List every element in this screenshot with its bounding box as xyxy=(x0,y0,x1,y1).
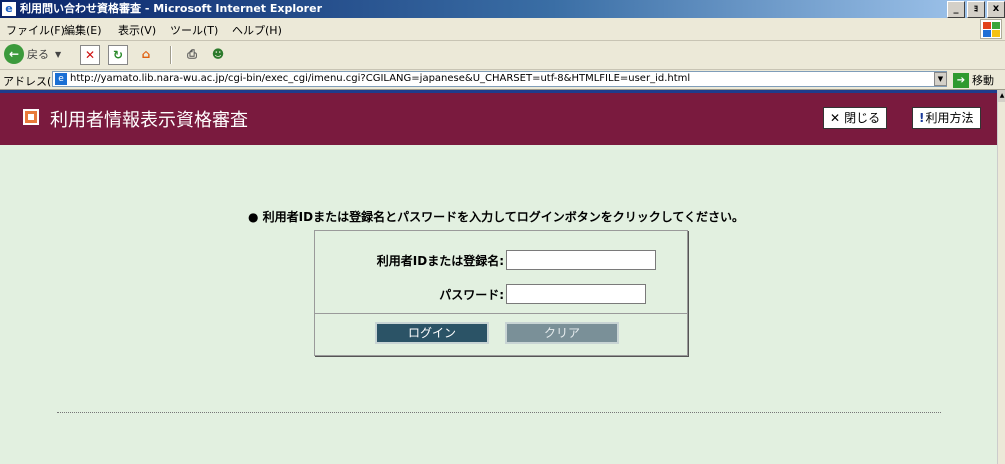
menu-help[interactable]: ヘルプ(H) xyxy=(232,22,282,38)
user-id-row: 利用者IDまたは登録名: xyxy=(377,250,656,270)
go-button[interactable]: ➔ 移動 xyxy=(953,72,994,88)
go-arrow-icon: ➔ xyxy=(953,72,969,88)
window-title: 利用問い合わせ資格審査 - Microsoft Internet Explore… xyxy=(20,2,322,15)
address-url: http://yamato.lib.nara-wu.ac.jp/cgi-bin/… xyxy=(70,73,691,84)
toolbar-separator xyxy=(170,46,172,64)
dropdown-arrow-icon: ▼ xyxy=(55,49,62,59)
password-input[interactable] xyxy=(506,284,646,304)
menu-edit[interactable]: 編集(E) xyxy=(64,22,102,38)
refresh-icon[interactable]: ↻ xyxy=(108,45,128,65)
header-icon xyxy=(23,109,39,125)
page-icon: e xyxy=(55,73,67,85)
password-row: パスワード: xyxy=(439,284,646,304)
print-icon[interactable]: ⎙ xyxy=(182,45,202,65)
stop-icon[interactable]: ✕ xyxy=(80,45,100,65)
dotted-divider xyxy=(57,412,941,413)
go-label: 移動 xyxy=(972,74,994,87)
user-id-input[interactable] xyxy=(506,250,656,270)
address-dropdown-icon[interactable]: ▼ xyxy=(934,72,947,86)
back-label: 戻る xyxy=(27,48,49,61)
user-id-label: 利用者IDまたは登録名: xyxy=(376,253,504,268)
login-button[interactable]: ログイン xyxy=(375,322,489,344)
exclamation-icon: ! xyxy=(919,111,925,125)
page-header: 利用者情報表示資格審査 ✕ 閉じる !利用方法 xyxy=(0,93,997,145)
close-label: 閉じる xyxy=(844,111,881,125)
password-label: パスワード: xyxy=(439,287,504,302)
home-icon[interactable]: ⌂ xyxy=(136,45,156,65)
back-button[interactable]: ← 戻る ▼ xyxy=(4,44,61,64)
back-arrow-icon: ← xyxy=(4,44,24,64)
close-page-button[interactable]: ✕ 閉じる xyxy=(823,107,888,129)
address-bar: アドレス(D) e http://yamato.lib.nara-wu.ac.j… xyxy=(0,70,1005,90)
close-x-icon: ✕ xyxy=(830,111,841,125)
login-form: 利用者IDまたは登録名: パスワード: ログイン クリア xyxy=(314,230,688,356)
page-title: 利用者情報表示資格審査 xyxy=(50,110,248,131)
form-divider xyxy=(315,313,687,314)
menu-view[interactable]: 表示(V) xyxy=(118,22,156,38)
window-controls: _ ｮ x xyxy=(945,1,1005,18)
instruction-text: ● 利用者IDまたは登録名とパスワードを入力してログインボタンをクリックしてくだ… xyxy=(248,210,744,224)
close-window-button[interactable]: x xyxy=(987,1,1005,18)
minimize-button[interactable]: _ xyxy=(947,1,965,18)
page-content: 利用者情報表示資格審査 ✕ 閉じる !利用方法 ● 利用者IDまたは登録名とパスワ… xyxy=(0,90,997,464)
maximize-button[interactable]: ｮ xyxy=(967,1,985,18)
scroll-up-icon[interactable]: ▲ xyxy=(998,90,1005,102)
help-button[interactable]: !利用方法 xyxy=(912,107,981,129)
menu-file[interactable]: ファイル(F) xyxy=(6,22,65,38)
help-label: 利用方法 xyxy=(925,111,974,125)
ie-logo-icon: e xyxy=(2,2,16,16)
windows-logo-icon xyxy=(980,19,1002,39)
messenger-icon[interactable]: ☻ xyxy=(208,45,228,65)
menu-tools[interactable]: ツール(T) xyxy=(170,22,218,38)
toolbar: ← 戻る ▼ ✕ ↻ ⌂ ⎙ ☻ xyxy=(0,41,1005,70)
vertical-scrollbar[interactable]: ▲ xyxy=(997,90,1005,464)
menu-bar: ファイル(F) 編集(E) 表示(V) ツール(T) ヘルプ(H) xyxy=(0,18,1005,41)
clear-button[interactable]: クリア xyxy=(505,322,619,344)
window-titlebar: e 利用問い合わせ資格審査 - Microsoft Internet Explo… xyxy=(0,0,1005,18)
address-input[interactable]: e http://yamato.lib.nara-wu.ac.jp/cgi-bi… xyxy=(52,71,947,87)
